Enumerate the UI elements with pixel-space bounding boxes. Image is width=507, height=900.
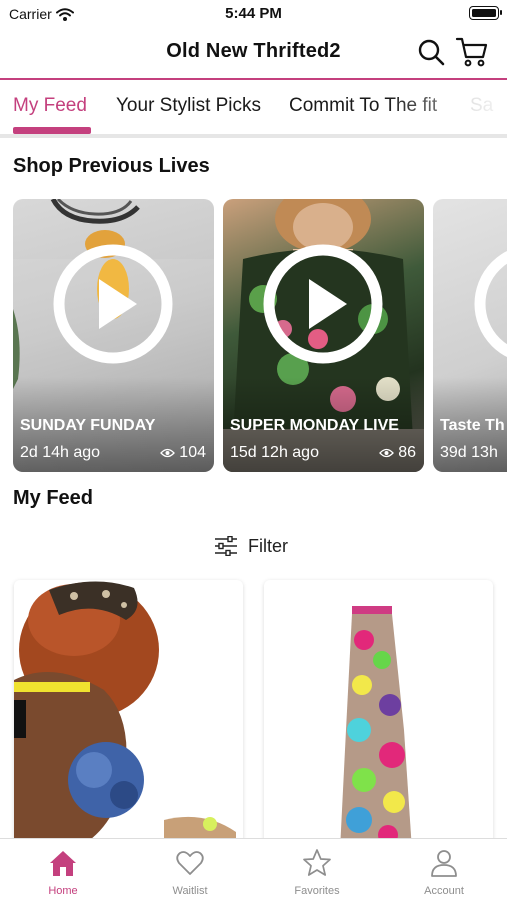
live-age: 39d 13h xyxy=(440,444,498,461)
play-icon[interactable] xyxy=(262,243,384,365)
status-time: 5:44 PM xyxy=(225,5,282,22)
product-card[interactable] xyxy=(264,580,493,850)
live-views: 86 xyxy=(379,444,416,462)
section-title-my-feed: My Feed xyxy=(13,487,94,509)
tabbar-label: Favorites xyxy=(294,885,340,897)
app-header: Old New Thrifted2 xyxy=(0,28,507,78)
live-card-taste[interactable]: Taste Th 39d 13h xyxy=(433,199,507,472)
person-icon xyxy=(431,850,457,877)
filter-button[interactable]: Filter xyxy=(214,533,288,559)
tabbar-item-waitlist[interactable]: Waitlist xyxy=(127,839,253,900)
tabbar-item-home[interactable]: Home xyxy=(0,839,126,900)
cart-icon xyxy=(455,37,488,67)
tab-my-feed[interactable]: My Feed xyxy=(13,95,87,117)
filter-label: Filter xyxy=(248,535,288,556)
status-bar: Carrier 5:44 PM xyxy=(0,0,507,28)
tabbar-label: Waitlist xyxy=(172,885,208,897)
tab-more-partial[interactable]: Sa xyxy=(470,95,493,117)
tab-your-stylist-picks[interactable]: Your Stylist Picks xyxy=(116,95,261,117)
home-icon xyxy=(50,851,76,876)
view-count: 86 xyxy=(398,444,416,461)
live-age: 15d 12h ago xyxy=(230,444,319,461)
cart-button[interactable] xyxy=(455,36,489,68)
search-button[interactable] xyxy=(417,38,445,66)
tabbar-item-favorites[interactable]: Favorites xyxy=(254,839,380,900)
section-title-previous-lives: Shop Previous Lives xyxy=(13,155,210,177)
play-icon[interactable] xyxy=(473,243,507,365)
play-icon[interactable] xyxy=(52,243,174,365)
live-card-super-monday[interactable]: SUPER MONDAY LIVE 15d 12h ago 86 xyxy=(223,199,424,472)
live-title: SUPER MONDAY LIVE xyxy=(230,417,399,434)
bottom-tab-bar: Home Waitlist Favorites Account xyxy=(0,838,507,900)
tabbar-label: Account xyxy=(424,885,464,897)
tabs-divider xyxy=(0,134,507,138)
product-image xyxy=(340,606,412,850)
eye-icon xyxy=(379,448,395,458)
view-count: 104 xyxy=(179,444,206,461)
battery-icon xyxy=(469,6,502,20)
live-title: Taste Th xyxy=(440,417,505,434)
live-title: SUNDAY FUNDAY xyxy=(20,417,156,434)
heart-icon xyxy=(176,851,204,875)
eye-icon xyxy=(160,448,176,458)
active-tab-indicator xyxy=(13,127,91,134)
tabbar-label: Home xyxy=(48,885,78,897)
live-views: 104 xyxy=(160,444,206,462)
star-icon xyxy=(303,849,331,876)
tabbar-item-account[interactable]: Account xyxy=(381,839,507,900)
sliders-icon xyxy=(215,536,237,556)
product-image xyxy=(14,581,236,850)
search-icon xyxy=(418,39,445,66)
live-age: 2d 14h ago xyxy=(20,444,101,461)
product-card[interactable] xyxy=(14,580,243,850)
tab-commit-to-the-fit[interactable]: Commit To The fit xyxy=(289,95,437,117)
live-card-sunday-funday[interactable]: SUNDAY FUNDAY 2d 14h ago 104 xyxy=(13,199,214,472)
